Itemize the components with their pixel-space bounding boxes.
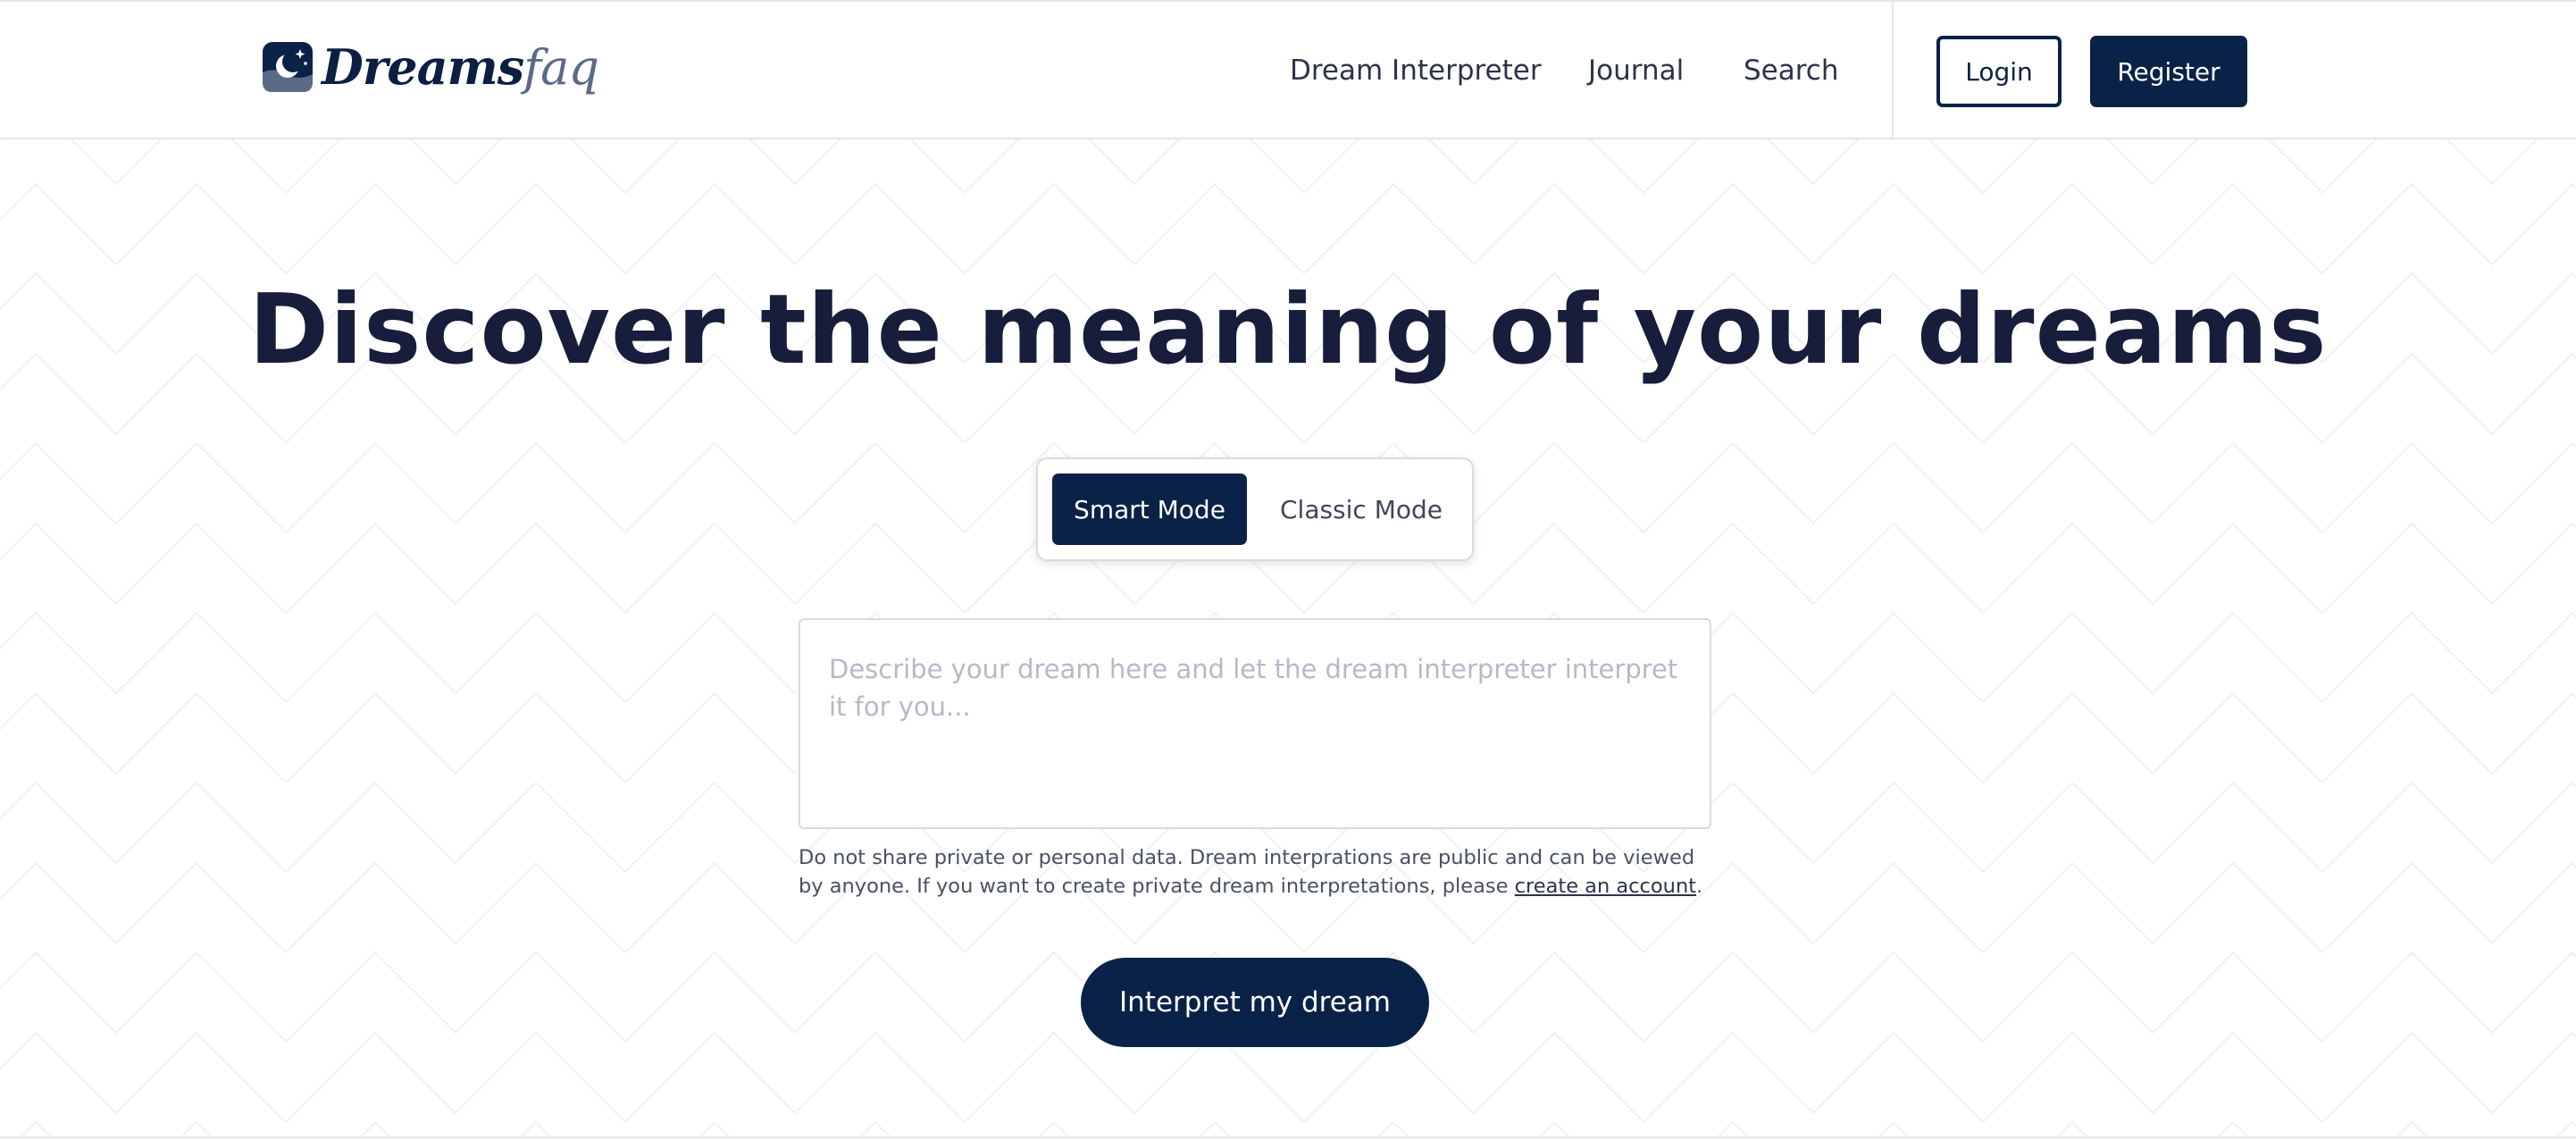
- nav-link-dream-interpreter[interactable]: Dream Interpreter: [1290, 54, 1542, 88]
- login-button[interactable]: Login: [1936, 36, 2062, 107]
- classic-mode-button[interactable]: Classic Mode: [1261, 474, 1461, 545]
- nav-divider: [1892, 2, 1894, 138]
- logo-link[interactable]: Dreamsfaq: [263, 38, 599, 96]
- moon-stars-icon: [263, 42, 313, 92]
- bottom-border: [0, 1136, 2576, 1138]
- nav-link-search[interactable]: Search: [1744, 54, 1839, 88]
- logo-text: Dreamsfaq: [322, 38, 599, 96]
- smart-mode-button[interactable]: Smart Mode: [1052, 474, 1247, 545]
- register-button[interactable]: Register: [2090, 36, 2247, 107]
- nav-link-journal[interactable]: Journal: [1588, 54, 1684, 88]
- privacy-disclaimer: Do not share private or personal data. D…: [799, 843, 1719, 901]
- create-account-link[interactable]: create an account: [1515, 875, 1696, 898]
- site-header: Dreamsfaq Dream Interpreter Journal Sear…: [0, 2, 2576, 139]
- dream-description-input[interactable]: [799, 618, 1711, 829]
- disclaimer-end: .: [1696, 875, 1703, 898]
- mode-toggle: Smart Mode Classic Mode: [1036, 457, 1474, 561]
- hero-title: Discover the meaning of your dreams: [248, 274, 2328, 386]
- interpret-dream-button[interactable]: Interpret my dream: [1081, 958, 1429, 1047]
